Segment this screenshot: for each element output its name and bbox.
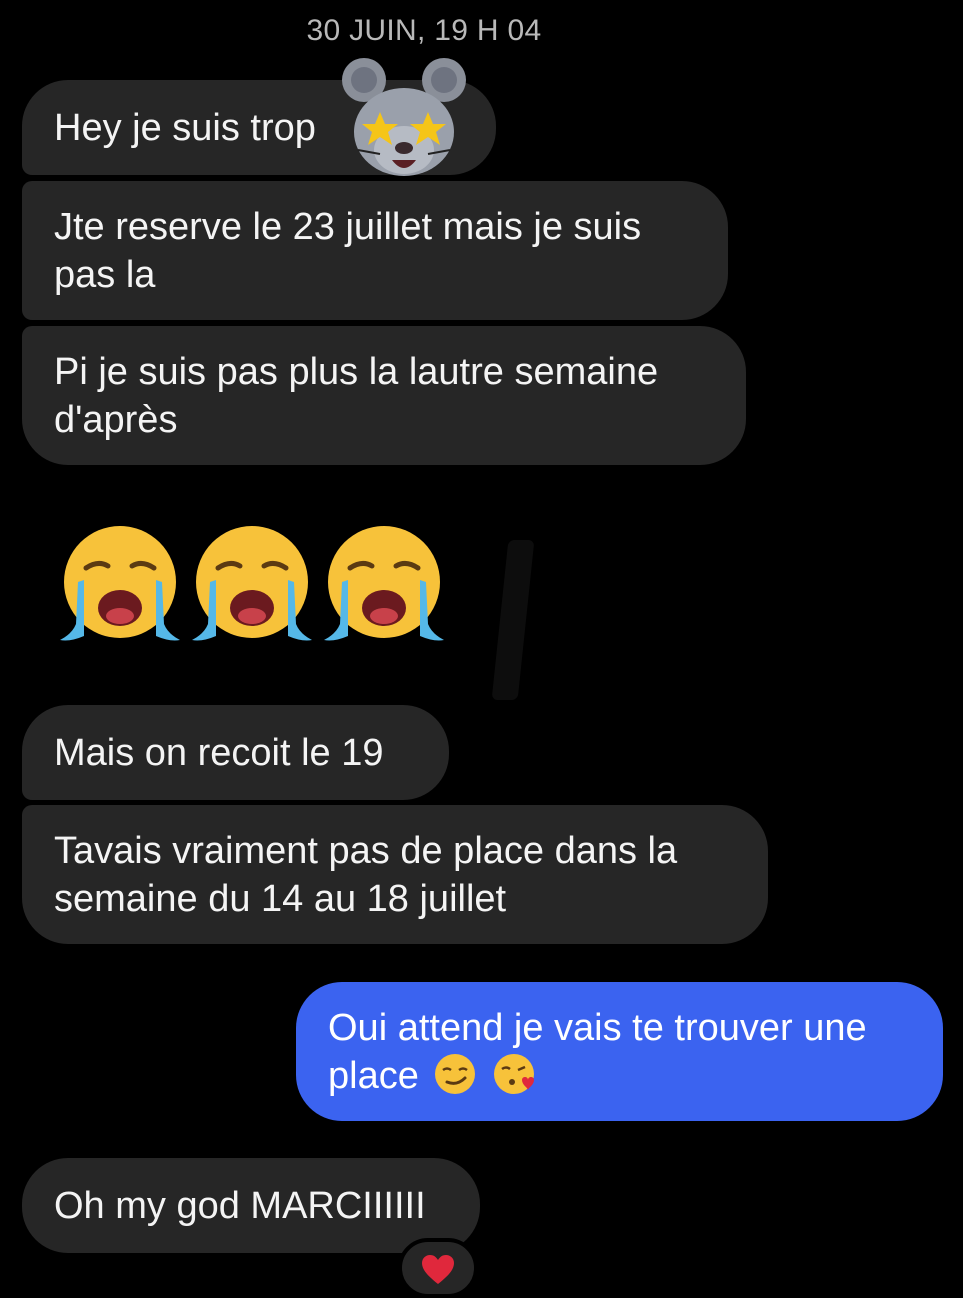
message-bubble-4[interactable]: Mais on recoit le 19 xyxy=(22,705,449,800)
message-text: Jte reserve le 23 juillet mais je suis p… xyxy=(54,205,642,296)
message-bubble-7[interactable]: Oh my god MARCIIIIII xyxy=(22,1158,480,1253)
message-bubble-5[interactable]: Tavais vraiment pas de place dans la sem… xyxy=(22,805,768,944)
message-text: Pi je suis pas plus la lautre semaine d'… xyxy=(54,350,659,441)
emoji-message[interactable] xyxy=(58,524,446,648)
face-blowing-kiss-icon xyxy=(492,1052,536,1096)
red-heart-icon xyxy=(422,1255,454,1284)
mouse-memoji-sticker[interactable] xyxy=(340,50,468,182)
smirking-face-icon xyxy=(433,1052,477,1096)
message-bubble-2[interactable]: Jte reserve le 23 juillet mais je suis p… xyxy=(22,181,728,320)
message-text: Oui attend je vais te trouver une place xyxy=(328,1006,867,1097)
loudly-crying-face-icon xyxy=(190,524,314,648)
conversation-timestamp: 30 JUIN, 19 H 04 xyxy=(306,14,542,47)
heart-reaction[interactable] xyxy=(398,1238,478,1298)
mouse-star-eyes-icon xyxy=(342,58,466,176)
message-text-with-emojis: Oui attend je vais te trouver une place xyxy=(328,1004,911,1100)
message-bubble-outgoing[interactable]: Oui attend je vais te trouver une place xyxy=(296,982,943,1121)
message-text: Oh my god MARCIIIIII xyxy=(54,1184,426,1227)
loudly-crying-face-icon xyxy=(58,524,182,648)
message-bubble-3[interactable]: Pi je suis pas plus la lautre semaine d'… xyxy=(22,326,746,465)
scroll-indicator xyxy=(491,540,535,700)
message-text: Tavais vraiment pas de place dans la sem… xyxy=(54,829,678,920)
message-text: Hey je suis trop xyxy=(54,106,316,149)
loudly-crying-face-icon xyxy=(322,524,446,648)
message-text: Mais on recoit le 19 xyxy=(54,731,384,774)
